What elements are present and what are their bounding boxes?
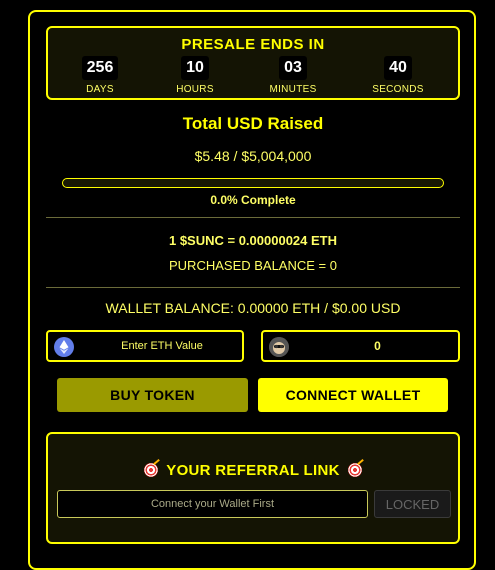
raised-amount: $5.48 / $5,004,000 bbox=[194, 148, 312, 164]
days-value: 256 bbox=[81, 56, 119, 80]
seconds-label: SECONDS bbox=[372, 84, 424, 95]
token-amount-value: 0 bbox=[374, 339, 381, 353]
sunc-token-icon bbox=[269, 337, 289, 357]
referral-panel: YOUR REFERRAL LINK LOCKED bbox=[46, 432, 460, 544]
hours-value: 10 bbox=[181, 56, 209, 80]
target-icon bbox=[347, 463, 362, 477]
referral-title-row: YOUR REFERRAL LINK bbox=[48, 462, 458, 479]
target-icon bbox=[144, 463, 159, 477]
token-amount-box: 0 bbox=[261, 330, 460, 362]
referral-title: YOUR REFERRAL LINK bbox=[166, 462, 340, 479]
countdown-hours: 10 HOURS bbox=[155, 56, 235, 95]
minutes-label: MINUTES bbox=[269, 84, 317, 95]
hours-label: HOURS bbox=[176, 84, 214, 95]
seconds-value: 40 bbox=[384, 56, 412, 80]
divider bbox=[46, 217, 460, 218]
locked-button[interactable]: LOCKED bbox=[374, 490, 451, 518]
token-rate: 1 $SUNC = 0.00000024 ETH bbox=[168, 233, 338, 248]
countdown-days: 256 DAYS bbox=[60, 56, 140, 95]
buy-token-button[interactable]: BUY TOKEN bbox=[57, 378, 248, 412]
countdown-minutes: 03 MINUTES bbox=[253, 56, 333, 95]
countdown-panel: PRESALE ENDS IN 256 DAYS 10 HOURS 03 MIN… bbox=[46, 26, 460, 100]
connect-wallet-button[interactable]: CONNECT WALLET bbox=[258, 378, 448, 412]
progress-text: 0.0% Complete bbox=[210, 193, 296, 207]
eth-input-box[interactable] bbox=[46, 330, 244, 362]
countdown-title: PRESALE ENDS IN bbox=[181, 36, 325, 53]
days-label: DAYS bbox=[86, 84, 114, 95]
referral-link-input[interactable] bbox=[57, 490, 368, 518]
progress-bar bbox=[62, 178, 444, 188]
eth-value-input[interactable] bbox=[88, 332, 236, 360]
divider bbox=[46, 287, 460, 288]
purchased-balance: PURCHASED BALANCE = 0 bbox=[169, 258, 337, 273]
countdown-seconds: 40 SECONDS bbox=[358, 56, 438, 95]
total-raised-title: Total USD Raised bbox=[182, 114, 324, 133]
wallet-balance: WALLET BALANCE: 0.00000 ETH / $0.00 USD bbox=[105, 300, 401, 316]
ethereum-icon bbox=[54, 337, 74, 357]
minutes-value: 03 bbox=[279, 56, 307, 80]
